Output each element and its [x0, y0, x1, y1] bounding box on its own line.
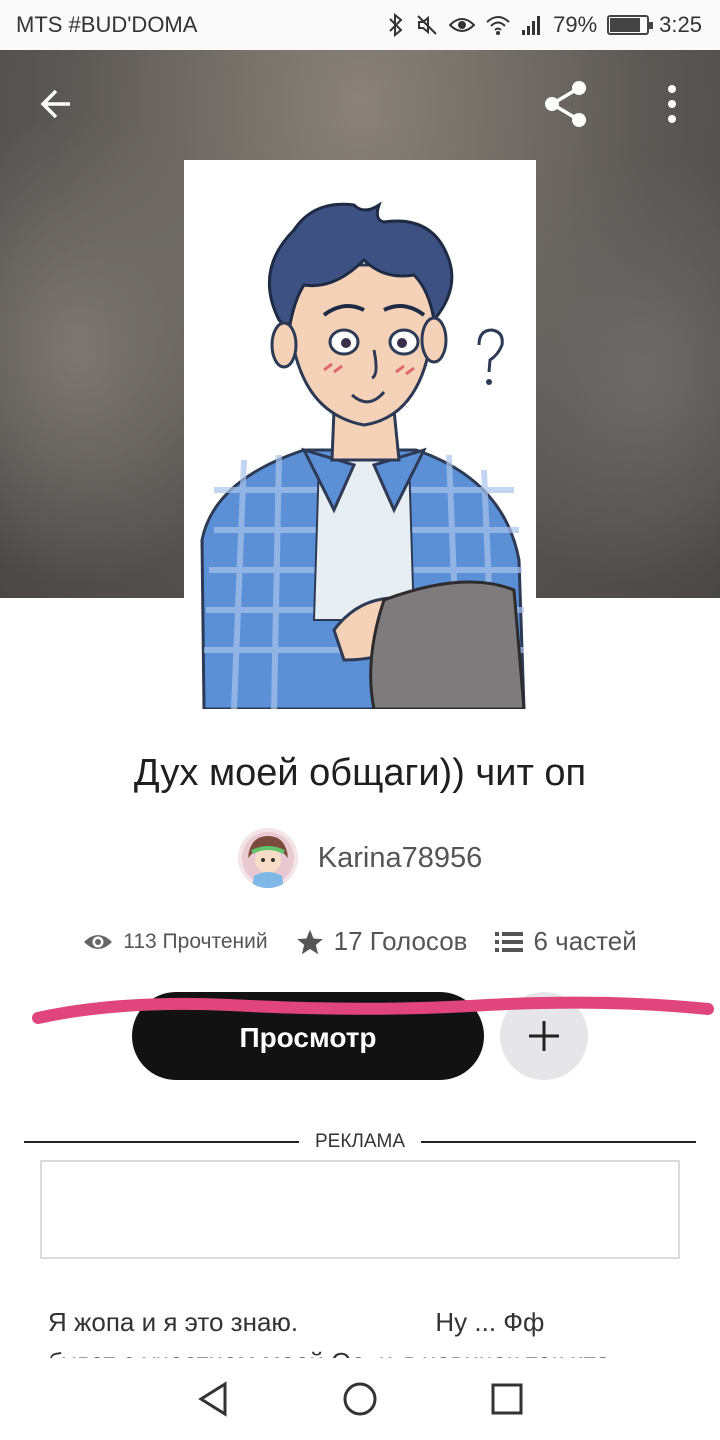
votes-count: 17 Голосов [333, 926, 468, 956]
reads-stat: 113 Прочтений [83, 929, 268, 954]
share-icon [545, 81, 586, 127]
status-indicators: 79% 3:25 [387, 12, 702, 38]
divider [421, 1141, 696, 1143]
ad-header: РЕКЛАМА [24, 1128, 696, 1156]
status-bar: MTS #BUD'DOMA 79% 3:25 [0, 0, 720, 50]
avatar[interactable] [237, 828, 298, 888]
parts-count: 6 частей [533, 926, 637, 956]
arrow-left-icon [40, 89, 70, 119]
author-link[interactable]: Karina78956 [0, 828, 720, 888]
share-button[interactable] [540, 78, 592, 130]
circle-home-icon [343, 1382, 377, 1416]
cover-illustration [184, 160, 536, 709]
battery-icon [607, 15, 654, 35]
story-stats: 113 Прочтений 17 Голосов 6 частей [0, 926, 720, 957]
nav-recents-button[interactable] [477, 1369, 537, 1429]
add-to-library-button[interactable] [500, 992, 588, 1080]
star-icon [296, 929, 323, 954]
bluetooth-icon [387, 13, 405, 37]
ad-banner-slot[interactable] [40, 1160, 680, 1259]
author-name[interactable]: Karina78956 [318, 842, 482, 875]
carrier-label: MTS #BUD'DOMA [16, 12, 198, 37]
nav-back-button[interactable] [183, 1369, 243, 1429]
battery-level [610, 18, 641, 32]
divider [24, 1141, 299, 1143]
signal-icon [521, 14, 543, 36]
story-cover-image[interactable] [184, 160, 536, 709]
view-button-label: Просмотр [239, 1022, 377, 1053]
system-nav-bar [0, 1358, 720, 1440]
battery-percent: 79% [553, 12, 598, 37]
reads-count: 113 Прочтений [123, 929, 268, 953]
list-icon [495, 931, 524, 952]
votes-stat: 17 Голосов [296, 926, 468, 957]
story-description: Я жопа и я это знаю. Ну ... Фф будет с у… [48, 1307, 610, 1358]
eye-icon [84, 934, 113, 949]
parts-stat: 6 частей [495, 926, 637, 957]
author-avatar-image [237, 828, 298, 888]
square-recents-icon [491, 1383, 523, 1415]
more-vertical-icon [668, 85, 676, 123]
plus-icon [529, 1021, 559, 1051]
eye-icon [449, 15, 476, 35]
ad-label: РЕКЛАМА [314, 1131, 406, 1152]
triangle-back-icon [198, 1381, 227, 1417]
mute-icon [415, 13, 439, 37]
story-title: Дух моей общаги)) чит оп [133, 752, 587, 794]
back-button[interactable] [30, 78, 82, 130]
view-button[interactable]: Просмотр [132, 992, 484, 1080]
clock: 3:25 [659, 12, 702, 37]
nav-home-button[interactable] [330, 1369, 390, 1429]
wifi-icon [485, 14, 511, 36]
more-options-button[interactable] [646, 78, 698, 130]
